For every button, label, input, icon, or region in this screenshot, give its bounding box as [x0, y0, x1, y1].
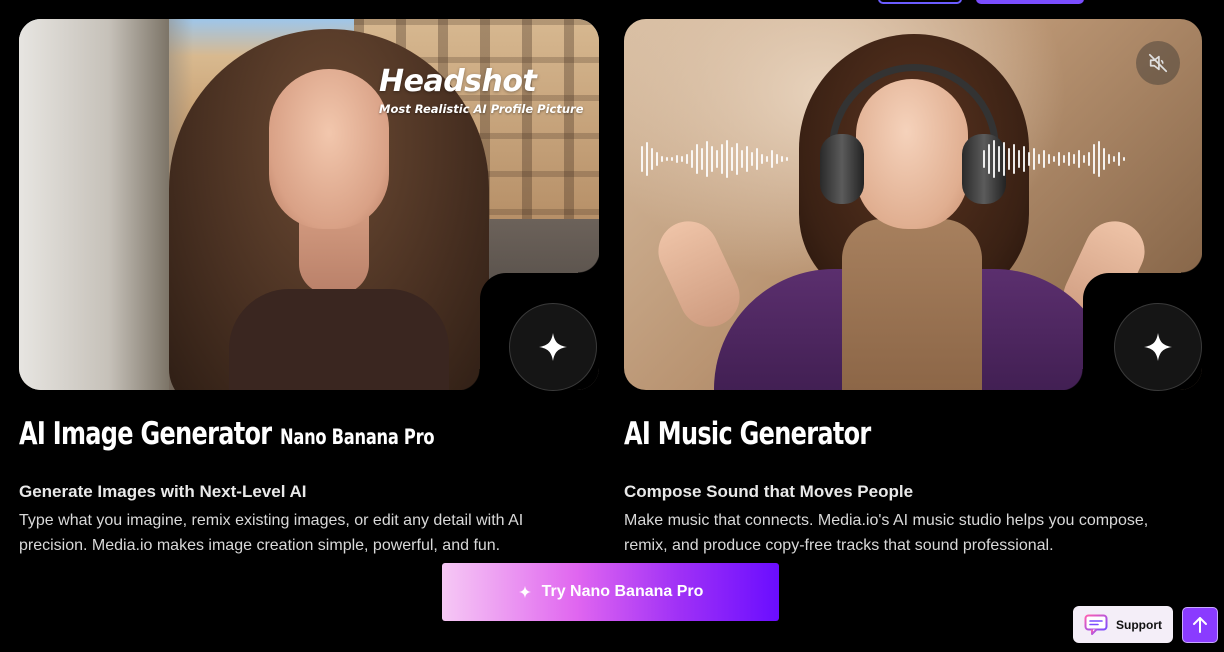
headshot-overlay-title: Headshot: [379, 64, 537, 99]
card-title-text: AI Image Generator: [19, 416, 272, 452]
arrow-up-icon: [1193, 617, 1207, 633]
image-generator-title: AI Image Generator Nano Banana Pro: [19, 416, 435, 452]
support-label: Support: [1116, 617, 1162, 632]
sparkle-icon: [518, 585, 531, 599]
cta-label: Try Nano Banana Pro: [541, 583, 704, 600]
scroll-to-top-button[interactable]: [1182, 607, 1218, 643]
speaker-muted-icon: [1148, 53, 1168, 73]
sparkle-icon: [1144, 333, 1172, 361]
image-generator-description: Type what you imagine, remix existing im…: [19, 512, 524, 554]
model-tag: Nano Banana Pro: [280, 425, 435, 449]
portrait-face: [269, 69, 389, 229]
music-generator-title: AI Music Generator: [624, 416, 871, 452]
image-generator-subtitle: Generate Images with Next-Level AI: [19, 482, 307, 501]
sound-wave-left: [641, 140, 788, 178]
try-nano-banana-pro-button[interactable]: Try Nano Banana Pro: [442, 563, 779, 621]
portrait-top: [229, 289, 449, 390]
image-generator-card: Headshot Most Realistic AI Profile Pictu…: [19, 19, 599, 554]
music-generator-subtitle: Compose Sound that Moves People: [624, 482, 914, 501]
chat-icon: [1084, 614, 1108, 635]
background-pillar: [19, 19, 169, 390]
image-generator-sparkle-button[interactable]: [509, 303, 597, 391]
headphone-left: [820, 134, 864, 204]
sparkle-icon: [539, 333, 567, 361]
support-button[interactable]: Support: [1073, 606, 1173, 643]
music-generator-description: Make music that connects. Media.io's AI …: [624, 512, 1149, 554]
music-generator-card: AI Music Generator Compose Sound that Mo…: [624, 19, 1202, 554]
headshot-overlay-subtitle: Most Realistic AI Profile Picture: [379, 102, 584, 116]
left-hand: [648, 211, 750, 337]
sound-wave-right: [983, 140, 1125, 178]
mute-button[interactable]: [1136, 41, 1180, 85]
header-primary-button[interactable]: [976, 0, 1084, 4]
header-outline-button[interactable]: [878, 0, 962, 4]
listener-turtleneck: [842, 219, 982, 390]
music-generator-sparkle-button[interactable]: [1114, 303, 1202, 391]
